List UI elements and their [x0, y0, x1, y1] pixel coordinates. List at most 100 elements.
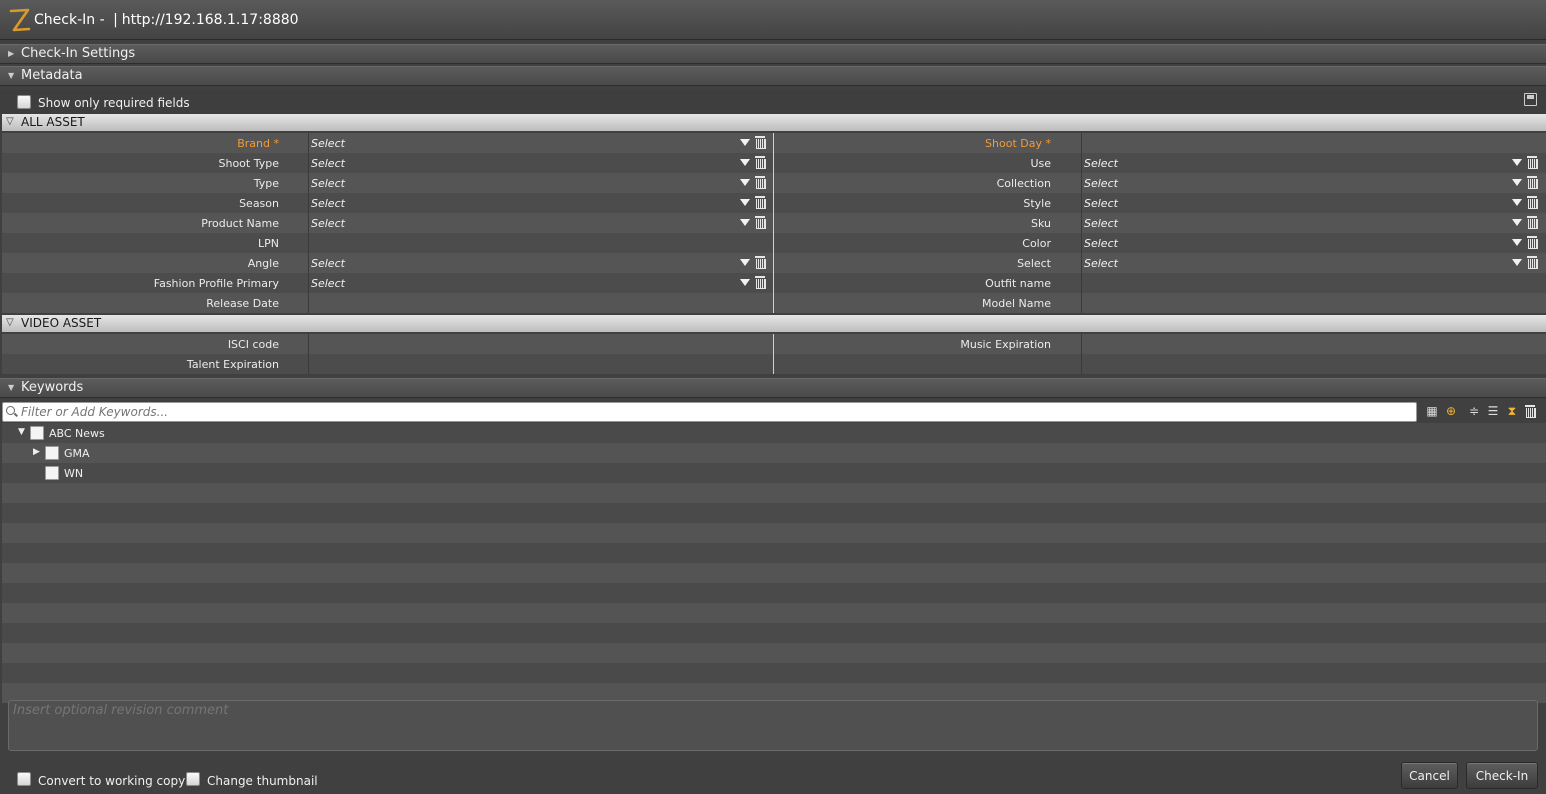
- dropdown-arrow-icon[interactable]: [740, 139, 750, 146]
- list-filter-icon[interactable]: ☰: [1486, 404, 1500, 418]
- field-value[interactable]: Select: [1084, 157, 1118, 170]
- trash-icon[interactable]: [755, 276, 766, 289]
- dropdown-arrow-icon[interactable]: [740, 259, 750, 266]
- trash-icon[interactable]: [755, 176, 766, 189]
- field-value[interactable]: Select: [311, 177, 345, 190]
- empty-row: [2, 663, 1546, 683]
- field-value[interactable]: Select: [1084, 197, 1118, 210]
- search-icon: [6, 406, 15, 415]
- column-divider: [1081, 334, 1082, 354]
- field-row: Brand * Select Shoot Day *: [2, 133, 1546, 153]
- field-label: Model Name: [982, 297, 1051, 310]
- trash-icon[interactable]: [1527, 196, 1538, 209]
- field-value[interactable]: Select: [1084, 257, 1118, 270]
- column-divider: [1081, 273, 1082, 293]
- dropdown-arrow-icon[interactable]: [740, 279, 750, 286]
- show-required-checkbox[interactable]: [17, 95, 31, 109]
- dropdown-arrow-icon[interactable]: [740, 179, 750, 186]
- field-value[interactable]: Select: [1084, 217, 1118, 230]
- column-divider: [1081, 354, 1082, 374]
- select-all-icon[interactable]: ▦: [1425, 404, 1439, 418]
- trash-icon[interactable]: [1527, 256, 1538, 269]
- column-divider: [308, 334, 309, 354]
- cancel-button[interactable]: Cancel: [1401, 762, 1458, 789]
- dropdown-arrow-icon[interactable]: [740, 199, 750, 206]
- checkin-settings-header[interactable]: ▶ Check-In Settings: [0, 44, 1546, 64]
- dropdown-arrow-icon[interactable]: [1512, 219, 1522, 226]
- field-label: Release Date: [206, 297, 279, 310]
- field-row: Season Select Style Select: [2, 193, 1546, 213]
- revision-comment-input[interactable]: [8, 700, 1538, 751]
- expand-arrow-icon[interactable]: ▶: [33, 447, 40, 457]
- field-label: Angle: [247, 257, 279, 270]
- group-header-video-asset[interactable]: ▽ VIDEO ASSET: [2, 315, 1546, 332]
- field-row: Type Select Collection Select: [2, 173, 1546, 193]
- dropdown-arrow-icon[interactable]: [740, 159, 750, 166]
- field-value[interactable]: Select: [311, 217, 345, 230]
- field-label: Type: [253, 177, 279, 190]
- change-thumbnail-checkbox[interactable]: [186, 772, 200, 786]
- trash-icon[interactable]: [755, 156, 766, 169]
- dropdown-arrow-icon[interactable]: [1512, 159, 1522, 166]
- convert-working-copy-label: Convert to working copy: [38, 774, 186, 788]
- field-value[interactable]: Select: [311, 137, 345, 150]
- trash-icon[interactable]: [755, 196, 766, 209]
- dropdown-arrow-icon[interactable]: [740, 219, 750, 226]
- field-row: ISCI code Music Expiration: [2, 334, 1546, 354]
- field-value[interactable]: Select: [311, 277, 345, 290]
- column-divider: [308, 213, 309, 233]
- field-label: ISCI code: [227, 338, 279, 351]
- field-label: Shoot Day *: [985, 137, 1051, 150]
- keyword-checkbox[interactable]: [30, 426, 44, 440]
- z-logo-icon: [9, 8, 31, 32]
- trash-icon[interactable]: [1527, 176, 1538, 189]
- keywords-header[interactable]: ▼ Keywords: [0, 378, 1546, 398]
- field-row: Angle Select Select Select: [2, 253, 1546, 273]
- hourglass-icon[interactable]: ⧗: [1505, 404, 1519, 418]
- group-label: ALL ASSET: [21, 115, 85, 129]
- field-value[interactable]: Select: [311, 157, 345, 170]
- empty-row: [2, 603, 1546, 623]
- trash-icon[interactable]: [1527, 156, 1538, 169]
- collapse-arrow-icon: ▼: [8, 71, 15, 80]
- tree-row: WN: [2, 463, 1546, 483]
- field-label: Style: [1023, 197, 1051, 210]
- keyword-checkbox[interactable]: [45, 446, 59, 460]
- dropdown-arrow-icon[interactable]: [1512, 179, 1522, 186]
- field-value[interactable]: Select: [1084, 237, 1118, 250]
- trash-icon[interactable]: [755, 136, 766, 149]
- column-divider: [1081, 293, 1082, 313]
- trash-icon[interactable]: [755, 216, 766, 229]
- group-header-all-asset[interactable]: ▽ ALL ASSET: [2, 114, 1546, 131]
- field-value[interactable]: Select: [311, 197, 345, 210]
- collapse-icon[interactable]: ≑: [1467, 404, 1481, 418]
- trash-icon[interactable]: [1525, 405, 1536, 418]
- column-divider: [1081, 233, 1082, 253]
- dropdown-arrow-icon[interactable]: [1512, 199, 1522, 206]
- metadata-header[interactable]: ▼ Metadata: [0, 66, 1546, 86]
- change-thumbnail-label: Change thumbnail: [207, 774, 318, 788]
- field-label: Sku: [1031, 217, 1051, 230]
- trash-icon[interactable]: [755, 256, 766, 269]
- collapse-arrow-icon[interactable]: ▼: [18, 427, 25, 437]
- checkin-button[interactable]: Check-In: [1466, 762, 1538, 789]
- dropdown-arrow-icon[interactable]: [1512, 239, 1522, 246]
- server-url: http://192.168.1.17:8880: [121, 12, 299, 28]
- keyword-checkbox[interactable]: [45, 466, 59, 480]
- keyword-filter-input[interactable]: [2, 402, 1417, 422]
- empty-row: [2, 623, 1546, 643]
- trash-icon[interactable]: [1527, 236, 1538, 249]
- save-icon[interactable]: [1524, 93, 1537, 106]
- window-title: Check-In - | http://192.168.1.17:8880: [34, 12, 299, 28]
- column-divider: [1081, 153, 1082, 173]
- convert-working-copy-checkbox[interactable]: [17, 772, 31, 786]
- field-label: Collection: [996, 177, 1051, 190]
- column-divider: [1081, 193, 1082, 213]
- search-add-icon[interactable]: ⊕: [1444, 404, 1458, 418]
- empty-row: [2, 523, 1546, 543]
- field-value[interactable]: Select: [1084, 177, 1118, 190]
- dropdown-arrow-icon[interactable]: [1512, 259, 1522, 266]
- field-label: Use: [1030, 157, 1051, 170]
- trash-icon[interactable]: [1527, 216, 1538, 229]
- field-value[interactable]: Select: [311, 257, 345, 270]
